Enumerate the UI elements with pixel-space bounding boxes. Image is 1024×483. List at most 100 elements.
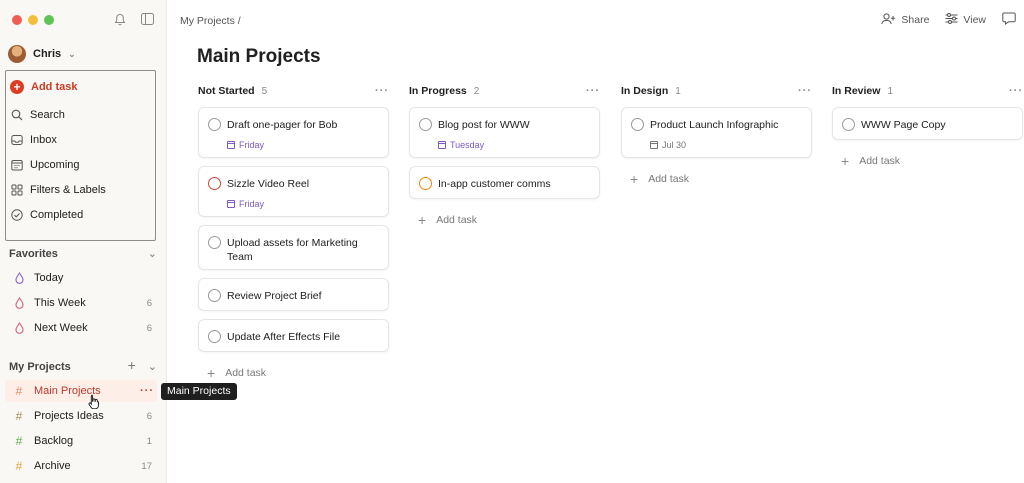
favorite-item-today[interactable]: Today (5, 267, 157, 289)
view-button[interactable]: View (945, 13, 986, 27)
task-card[interactable]: WWW Page Copy (832, 107, 1023, 140)
comment-icon (1002, 12, 1016, 28)
task-checkbox[interactable] (208, 330, 221, 343)
favorite-item-this-week[interactable]: This Week 6 (5, 292, 157, 314)
add-task-label: Add task (648, 173, 690, 185)
calendar-icon (10, 159, 23, 172)
task-card[interactable]: Review Project Brief (198, 278, 389, 311)
calendar-icon (227, 200, 235, 208)
task-card[interactable]: Sizzle Video Reel Friday (198, 166, 389, 217)
sidebar: Chris ⌄ + Add task Search Inbox Upcoming… (0, 0, 167, 483)
column-count: 2 (473, 85, 480, 97)
nav-search[interactable]: Search (10, 105, 65, 125)
column-title: In Progress (409, 85, 467, 97)
more-options-icon[interactable]: ··· (1009, 85, 1023, 97)
user-name: Chris (33, 48, 62, 60)
task-title: Update After Effects File (227, 331, 341, 343)
user-menu[interactable]: Chris ⌄ (8, 45, 76, 63)
column-count: 1 (675, 85, 681, 97)
my-projects-header[interactable]: My Projects + ⌄ (9, 358, 157, 373)
droplet-icon (13, 297, 25, 309)
chevron-down-icon[interactable]: ⌄ (148, 247, 157, 260)
hash-icon: # (15, 409, 23, 423)
hash-icon: # (15, 384, 23, 398)
task-checkbox[interactable] (208, 177, 221, 190)
nav-upcoming[interactable]: Upcoming (10, 155, 80, 175)
maximize-window-button[interactable] (44, 15, 54, 25)
nav-inbox[interactable]: Inbox (10, 130, 57, 150)
board-column-in-design: In Design 1 ··· Product Launch Infograph… (621, 82, 812, 186)
hand-cursor-icon (88, 394, 100, 412)
close-window-button[interactable] (12, 15, 22, 25)
project-label: Backlog (34, 435, 74, 447)
nav-search-label: Search (30, 109, 65, 121)
droplet-icon (13, 272, 25, 284)
task-card[interactable]: Blog post for WWW Tuesday (409, 107, 600, 158)
column-header: Not Started 5 ··· (198, 82, 389, 100)
add-person-icon (881, 12, 896, 28)
task-title: Draft one-pager for Bob (227, 119, 338, 131)
add-task-button[interactable]: + Add task (630, 172, 689, 186)
task-card[interactable]: Upload assets for Marketing Team (198, 225, 389, 270)
project-item-main-projects[interactable]: # Main Projects ··· (5, 380, 157, 402)
board-column-in-review: In Review 1 ··· WWW Page Copy + Add task (832, 82, 1023, 168)
project-item-backlog[interactable]: # Backlog 1 (5, 430, 157, 452)
task-card[interactable]: Update After Effects File (198, 319, 389, 352)
task-card[interactable]: In-app customer comms (409, 166, 600, 199)
project-item-archive[interactable]: # Archive 17 (5, 455, 157, 477)
project-count: 17 (141, 460, 152, 472)
comments-button[interactable] (1002, 12, 1016, 28)
task-checkbox[interactable] (208, 236, 221, 249)
plus-circle-icon: + (10, 80, 24, 94)
window-controls (12, 15, 54, 25)
task-checkbox[interactable] (842, 118, 855, 131)
favorite-item-next-week[interactable]: Next Week 6 (5, 317, 157, 339)
breadcrumb[interactable]: My Projects / (180, 15, 241, 27)
favorite-label: Next Week (34, 322, 88, 334)
task-checkbox[interactable] (419, 177, 432, 190)
my-projects-title: My Projects (9, 360, 71, 373)
add-task-button[interactable]: + Add task (841, 154, 900, 168)
column-count: 5 (261, 85, 268, 97)
project-item-projects-ideas[interactable]: # Projects Ideas 6 (5, 405, 157, 427)
column-title: Not Started (198, 85, 255, 97)
add-task-button[interactable]: + Add task (418, 213, 477, 227)
task-checkbox[interactable] (631, 118, 644, 131)
add-task-button[interactable]: + Add task (207, 366, 266, 380)
nav-upcoming-label: Upcoming (30, 159, 80, 171)
more-options-icon[interactable]: ··· (375, 85, 389, 97)
task-title: Upload assets for Marketing Team (227, 237, 358, 263)
due-date-label: Friday (239, 140, 265, 150)
board-column-not-started: Not Started 5 ··· Draft one-pager for Bo… (198, 82, 389, 380)
nav-completed[interactable]: Completed (10, 205, 83, 225)
add-task-button[interactable]: + Add task (10, 77, 77, 97)
task-card[interactable]: Product Launch Infographic Jul 30 (621, 107, 812, 158)
project-label: Archive (34, 460, 71, 472)
add-project-icon[interactable]: + (128, 358, 136, 373)
search-icon (10, 109, 23, 122)
tooltip: Main Projects (161, 383, 237, 400)
nav-filters-labels[interactable]: Filters & Labels (10, 180, 106, 200)
task-card[interactable]: Draft one-pager for Bob Friday (198, 107, 389, 158)
task-title: Review Project Brief (227, 290, 322, 302)
more-options-icon[interactable]: ··· (140, 385, 154, 397)
chevron-down-icon[interactable]: ⌄ (148, 360, 157, 373)
inbox-icon (10, 134, 23, 147)
add-task-label: Add task (225, 367, 267, 379)
task-checkbox[interactable] (208, 118, 221, 131)
column-header: In Review 1 ··· (832, 82, 1023, 100)
favorites-title: Favorites (9, 247, 58, 260)
sidebar-toggle-icon[interactable] (141, 13, 154, 25)
minimize-window-button[interactable] (28, 15, 38, 25)
more-options-icon[interactable]: ··· (798, 85, 812, 97)
page-title: Main Projects (197, 46, 321, 67)
task-checkbox[interactable] (419, 118, 432, 131)
more-options-icon[interactable]: ··· (586, 85, 600, 97)
share-button[interactable]: Share (881, 12, 929, 28)
due-date-label: Jul 30 (662, 140, 687, 150)
task-checkbox[interactable] (208, 289, 221, 302)
bell-icon[interactable] (114, 13, 126, 26)
favorites-header[interactable]: Favorites ⌄ (9, 247, 157, 261)
nav-inbox-label: Inbox (30, 134, 57, 146)
project-count: 6 (146, 410, 152, 422)
